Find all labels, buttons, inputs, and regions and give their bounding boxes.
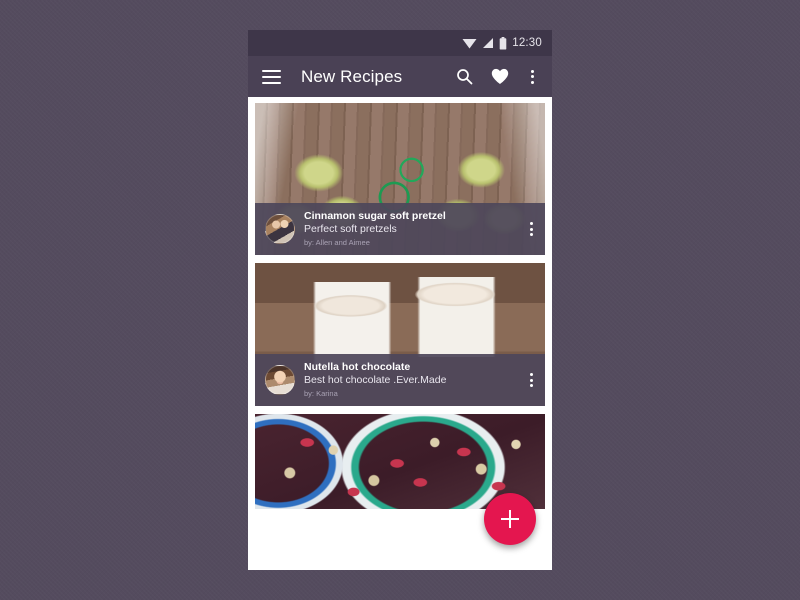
recipe-author: by: Allen and Aimee xyxy=(304,238,370,247)
card-overflow-menu-icon[interactable] xyxy=(527,369,536,391)
status-bar: 12:30 xyxy=(248,30,552,56)
recipe-subtitle: Perfect soft pretzels xyxy=(304,223,397,235)
status-bar-clock: 12:30 xyxy=(512,37,542,49)
recipe-card-text: Nutella hot chocolate Best hot chocolate… xyxy=(304,361,527,399)
recipe-author: by: Karina xyxy=(304,389,338,398)
avatar xyxy=(265,214,295,244)
hamburger-icon[interactable] xyxy=(262,69,281,84)
recipe-card-info: Nutella hot chocolate Best hot chocolate… xyxy=(255,354,545,406)
battery-icon xyxy=(499,36,507,49)
phone-screen: 12:30 New Recipes Cinnamon sugar soft pr… xyxy=(248,30,552,570)
recipe-title: Cinnamon sugar soft pretzel xyxy=(304,210,446,222)
recipe-title: Nutella hot chocolate xyxy=(304,361,411,373)
plus-icon-vertical xyxy=(509,510,511,528)
app-bar-actions xyxy=(456,68,538,86)
recipe-card[interactable]: Cinnamon sugar soft pretzel Perfect soft… xyxy=(255,103,545,255)
heart-icon[interactable] xyxy=(491,68,509,85)
avatar xyxy=(265,365,295,395)
overflow-menu-icon[interactable] xyxy=(527,68,538,86)
recipe-card-text: Cinnamon sugar soft pretzel Perfect soft… xyxy=(304,210,527,248)
wifi-icon xyxy=(462,39,477,49)
recipe-card-info: Cinnamon sugar soft pretzel Perfect soft… xyxy=(255,203,545,255)
recipe-subtitle: Best hot chocolate .Ever.Made xyxy=(304,374,447,386)
recipe-card[interactable]: Nutella hot chocolate Best hot chocolate… xyxy=(255,263,545,406)
add-recipe-fab[interactable] xyxy=(484,493,536,545)
signal-icon xyxy=(483,38,494,48)
app-bar: New Recipes xyxy=(248,56,552,97)
card-overflow-menu-icon[interactable] xyxy=(527,218,536,240)
page-title: New Recipes xyxy=(301,66,403,86)
search-icon[interactable] xyxy=(456,68,473,85)
